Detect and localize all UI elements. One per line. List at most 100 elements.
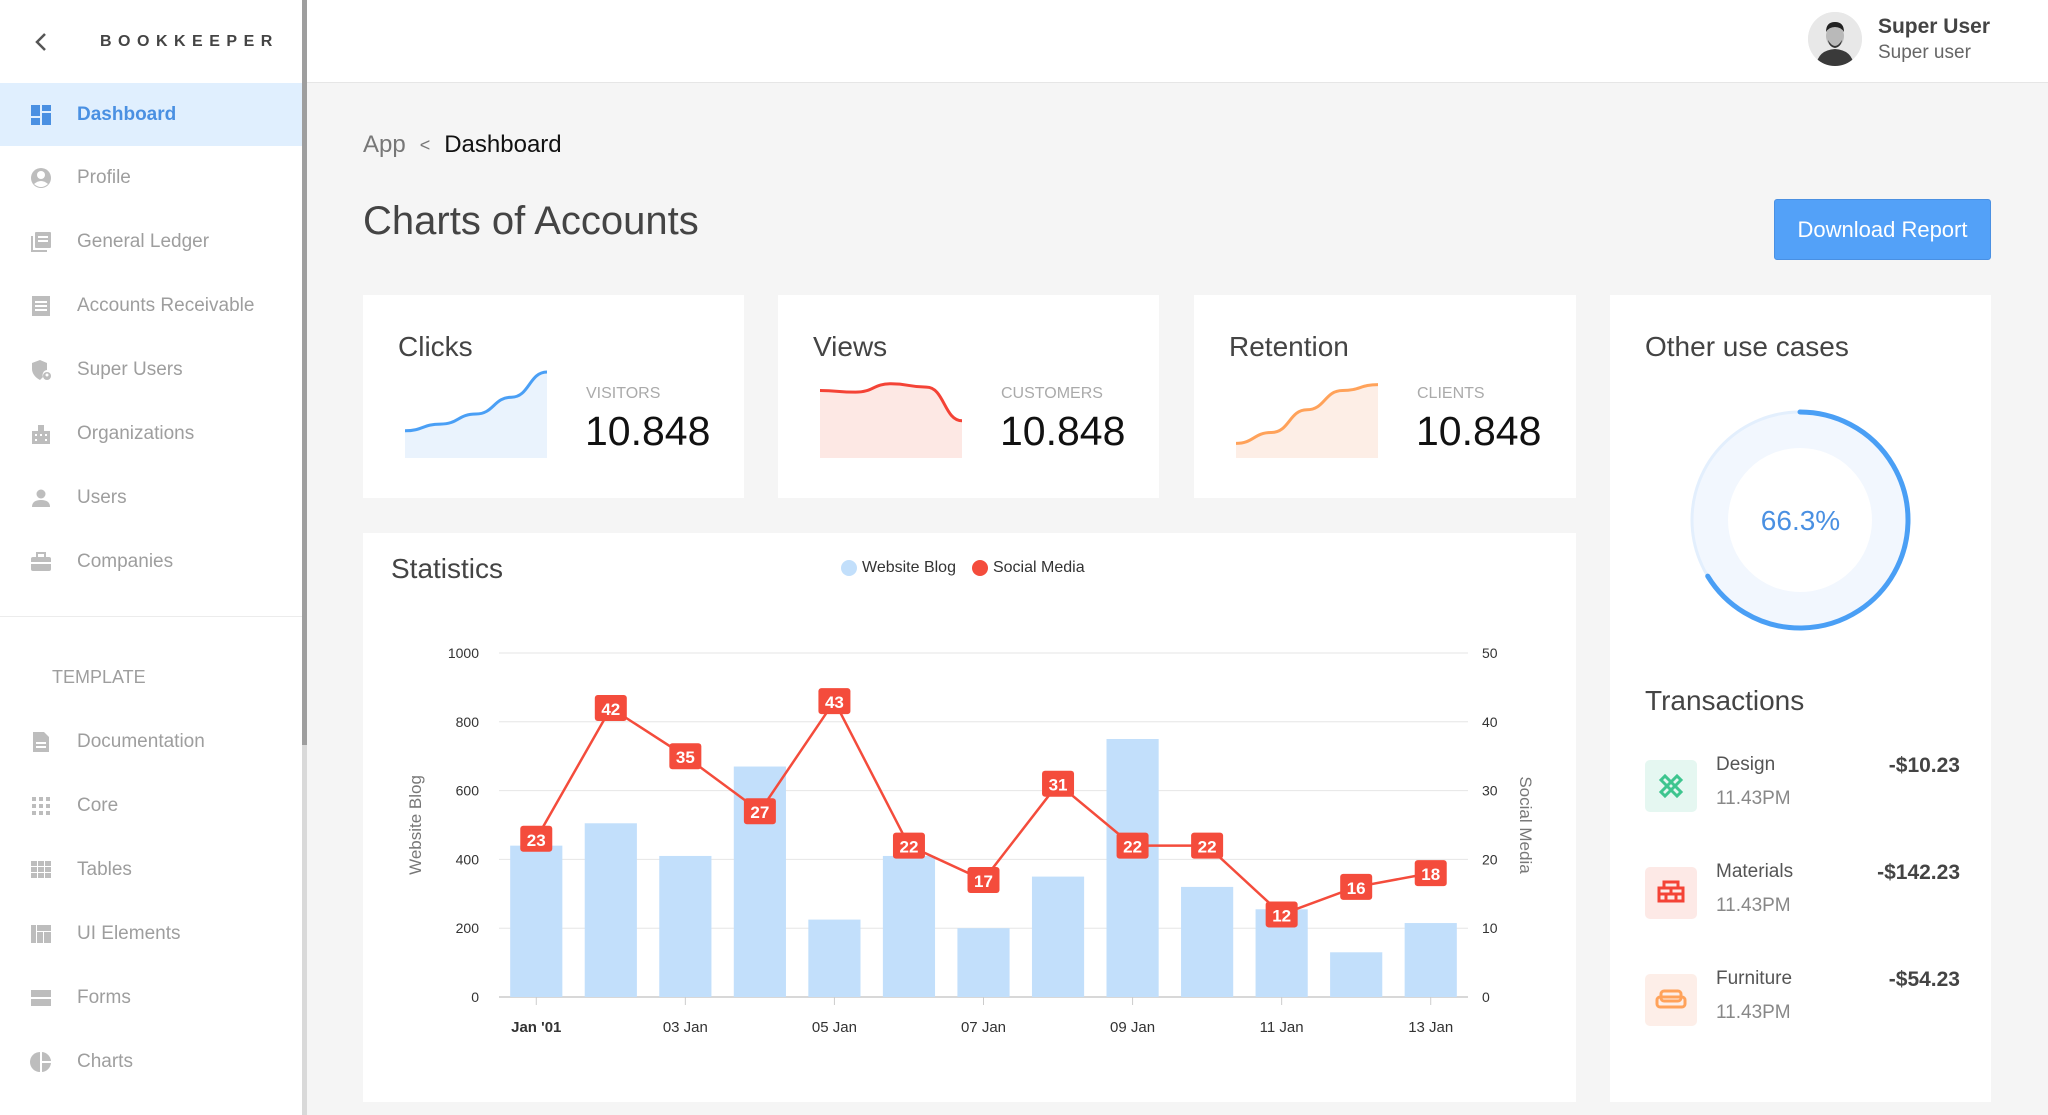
bar-website-blog xyxy=(1330,952,1383,997)
data-label: 22 xyxy=(900,838,919,857)
y-tick-label: 400 xyxy=(456,851,480,867)
donut-percent-label: 66.3% xyxy=(1760,505,1841,536)
sidebar-item-super-users[interactable]: Super Users xyxy=(0,338,302,402)
sidebar-scrollbar-thumb[interactable] xyxy=(302,0,307,745)
sidebar-item-forms[interactable]: Forms xyxy=(0,966,302,1030)
breadcrumb-separator: < xyxy=(419,134,431,155)
sidebar-item-general-ledger[interactable]: General Ledger xyxy=(0,210,302,274)
user-role: Super user xyxy=(1877,41,1971,63)
other-use-cases-title: Other use cases xyxy=(1645,331,1849,362)
bar-website-blog xyxy=(882,855,936,997)
kpi-card-clicks: Clicks VISITORS 10.848 xyxy=(363,295,744,498)
design-tools-icon xyxy=(1645,760,1697,812)
form-icon xyxy=(29,986,53,1010)
kpi-label: CLIENTS xyxy=(1417,385,1485,402)
y2-axis-title: Social Media xyxy=(1516,776,1535,874)
sidebar-item-label: Accounts Receivable xyxy=(77,295,255,316)
sidebar-item-label: Super Users xyxy=(77,359,183,380)
sidebar-item-label: Users xyxy=(77,487,127,508)
breadcrumb-root[interactable]: App xyxy=(363,131,406,159)
app-title: BOOKKEEPER xyxy=(100,32,279,50)
pie-chart-icon xyxy=(29,1050,53,1074)
sidebar-item-label: Documentation xyxy=(77,731,205,752)
document-icon xyxy=(29,730,53,754)
bar-website-blog xyxy=(1031,876,1085,997)
ledger-icon xyxy=(29,230,53,254)
transaction-item[interactable]: Furniture 11.43PM -$54.23 xyxy=(1645,968,1960,1044)
bar-website-blog xyxy=(584,823,637,997)
sidebar-item-label: Tables xyxy=(77,859,132,880)
kpi-label: VISITORS xyxy=(586,385,661,402)
apps-grid-icon xyxy=(29,794,53,818)
transaction-item[interactable]: Materials 11.43PM -$142.23 xyxy=(1645,861,1960,937)
bar-website-blog xyxy=(957,928,1010,997)
kpi-value: 10.848 xyxy=(1000,408,1126,454)
sidebar-item-dashboard[interactable]: Dashboard xyxy=(0,83,302,146)
y2-tick-label: 0 xyxy=(1482,989,1490,1005)
bar-website-blog xyxy=(510,845,563,997)
sidebar-item-label: Organizations xyxy=(77,423,195,444)
template-nav: Documentation Core Tables UI Elements Forms C… xyxy=(0,710,302,1094)
sidebar-item-core[interactable]: Core xyxy=(0,774,302,838)
sidebar-brand: BOOKKEEPER xyxy=(0,0,302,83)
download-report-button[interactable]: Download Report xyxy=(1774,199,1991,260)
sidebar-item-label: Forms xyxy=(77,987,131,1008)
other-use-cases-card: Other use cases 66.3% Transactions Desig… xyxy=(1610,295,1991,1102)
bar-website-blog xyxy=(1404,923,1457,997)
sidebar-item-label: Companies xyxy=(77,551,174,572)
chevron-left-icon[interactable] xyxy=(34,32,54,52)
kpi-title: Clicks xyxy=(398,331,473,362)
table-icon xyxy=(29,858,53,882)
sidebar-item-label: General Ledger xyxy=(77,231,210,252)
data-label: 27 xyxy=(750,803,769,822)
y-tick-label: 200 xyxy=(456,920,480,936)
x-tick-label: 03 Jan xyxy=(663,1019,708,1036)
bricks-icon xyxy=(1645,867,1697,919)
bar-website-blog xyxy=(808,919,861,997)
transaction-time: 11.43PM xyxy=(1716,1002,1791,1023)
sidebar-item-accounts-receivable[interactable]: Accounts Receivable xyxy=(0,274,302,338)
kpi-card-views: Views CUSTOMERS 10.848 xyxy=(778,295,1159,498)
sofa-icon xyxy=(1645,974,1697,1026)
sidebar: BOOKKEEPER Dashboard Profile General Ledge… xyxy=(0,0,302,1115)
sidebar-item-charts[interactable]: Charts xyxy=(0,1030,302,1094)
bar-website-blog xyxy=(1181,886,1234,997)
shield-user-icon xyxy=(29,358,53,382)
transaction-item[interactable]: Design 11.43PM -$10.23 xyxy=(1645,754,1960,830)
top-bar: Super User Super user xyxy=(307,0,2048,83)
bar-website-blog xyxy=(1106,739,1159,997)
sidebar-item-label: Core xyxy=(77,795,119,816)
kpi-card-retention: Retention CLIENTS 10.848 xyxy=(1194,295,1576,498)
sidebar-item-profile[interactable]: Profile xyxy=(0,146,302,210)
sparkline-retention xyxy=(1236,383,1378,458)
transaction-amount: -$54.23 xyxy=(1888,968,1960,991)
y2-tick-label: 20 xyxy=(1482,851,1498,867)
y-axis-title: Website Blog xyxy=(406,775,425,875)
sidebar-item-ui-elements[interactable]: UI Elements xyxy=(0,902,302,966)
x-tick-label: Jan '01 xyxy=(511,1019,561,1036)
breadcrumb: App < Dashboard xyxy=(363,131,562,159)
sidebar-item-tables[interactable]: Tables xyxy=(0,838,302,902)
bar-website-blog xyxy=(659,855,712,997)
sidebar-item-organizations[interactable]: Organizations xyxy=(0,402,302,466)
sidebar-item-label: UI Elements xyxy=(77,923,181,944)
statistics-card: Statistics Website Blog Social Media 0 20… xyxy=(363,533,1576,1102)
breadcrumb-current: Dashboard xyxy=(444,131,562,158)
data-label: 22 xyxy=(1123,838,1142,857)
user-icon xyxy=(29,486,53,510)
kpi-title: Views xyxy=(813,331,888,362)
x-tick-label: 05 Jan xyxy=(812,1019,857,1036)
x-tick-label: 11 Jan xyxy=(1260,1019,1304,1036)
sidebar-item-label: Dashboard xyxy=(77,103,177,125)
transaction-amount: -$10.23 xyxy=(1888,754,1960,777)
x-tick-label: 07 Jan xyxy=(961,1019,1006,1036)
sidebar-item-users[interactable]: Users xyxy=(0,466,302,530)
user-menu[interactable]: Super User Super user xyxy=(1807,12,1990,66)
sidebar-divider xyxy=(0,616,302,617)
sidebar-item-companies[interactable]: Companies xyxy=(0,530,302,594)
y2-tick-label: 50 xyxy=(1482,645,1498,661)
avatar[interactable] xyxy=(1807,12,1862,66)
sidebar-item-documentation[interactable]: Documentation xyxy=(0,710,302,774)
transaction-name: Materials xyxy=(1716,861,1794,882)
transaction-name: Furniture xyxy=(1716,968,1793,989)
